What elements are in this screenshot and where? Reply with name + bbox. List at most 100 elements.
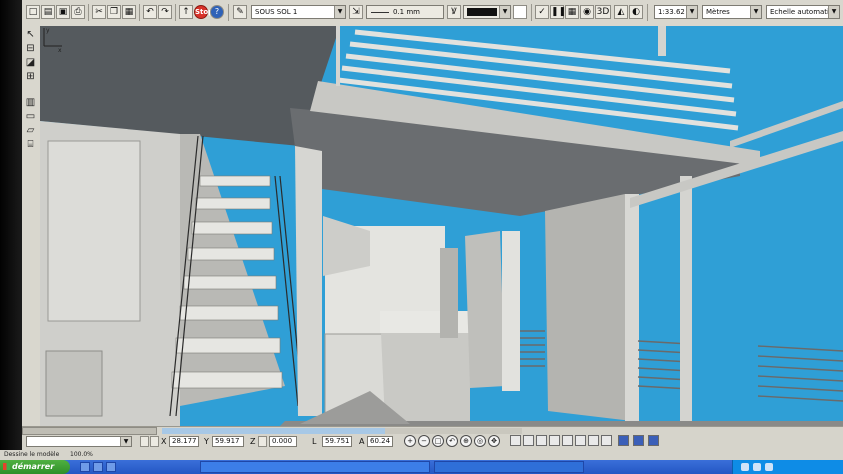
- zoom-in-icon[interactable]: +: [404, 435, 416, 447]
- middle-partition: [465, 231, 505, 388]
- y-coordinate-input[interactable]: 59.917: [212, 436, 244, 447]
- column-tool-icon[interactable]: ▥: [24, 96, 37, 109]
- quick-launch-desktop-icon[interactable]: [93, 462, 103, 472]
- network-icon[interactable]: [741, 463, 749, 471]
- taskbar-app-secondary[interactable]: [434, 461, 584, 473]
- scale-select[interactable]: 1:33.62 ▼: [654, 5, 698, 19]
- cut-icon[interactable]: ✂: [92, 5, 106, 19]
- pen-tool-icon[interactable]: Ꝟ: [447, 5, 461, 19]
- x-label: X: [161, 437, 167, 446]
- scale-mode-select[interactable]: Echelle automatique ▼: [766, 5, 840, 19]
- quick-launch-browser-icon[interactable]: [80, 462, 90, 472]
- chevron-down-icon[interactable]: ▼: [334, 6, 345, 18]
- zoom-extents-icon[interactable]: ⊕: [460, 435, 472, 447]
- open-folder-icon[interactable]: ▤: [41, 5, 55, 19]
- z-lock-button[interactable]: [258, 436, 267, 447]
- snap-nearest-icon[interactable]: [601, 435, 612, 446]
- check-icon[interactable]: ✓: [535, 5, 549, 19]
- snap-midpoint-icon[interactable]: [536, 435, 547, 446]
- camera-icon[interactable]: ◉: [580, 5, 594, 19]
- paste-icon[interactable]: ▦: [122, 5, 136, 19]
- quick-launch-media-icon[interactable]: [106, 462, 116, 472]
- select-tool-icon[interactable]: ↖: [24, 28, 37, 41]
- snap-center-icon[interactable]: [549, 435, 560, 446]
- monitor-bezel: [0, 0, 22, 474]
- length-input[interactable]: 59.751: [322, 436, 352, 447]
- shading-icon[interactable]: ◐: [629, 5, 643, 19]
- up-arrow-icon[interactable]: ↑: [179, 5, 193, 19]
- chevron-down-icon[interactable]: ▼: [828, 6, 839, 18]
- undo-icon[interactable]: ↶: [143, 5, 157, 19]
- grid-icon[interactable]: ▦: [565, 5, 579, 19]
- line-weight-select[interactable]: 0.1 mm: [366, 5, 444, 19]
- y-label: Y: [204, 437, 209, 446]
- snap-perpendicular-icon[interactable]: [575, 435, 586, 446]
- chevron-down-icon[interactable]: ▼: [120, 437, 131, 446]
- drawing-tools-toolbar: ↖ ⊟ ◪ ⊞ ▥ ▭ ▱ ⌸: [22, 26, 41, 426]
- central-column: [295, 146, 322, 416]
- antivirus-icon[interactable]: [765, 463, 773, 471]
- floor-properties-icon[interactable]: ⇲: [349, 5, 363, 19]
- print-icon[interactable]: ⎙: [71, 5, 85, 19]
- view-3d-button[interactable]: 3D: [595, 5, 611, 19]
- units-select[interactable]: Mètres ▼: [702, 5, 762, 19]
- pan-icon[interactable]: ✥: [488, 435, 500, 447]
- axis-y-label: y: [46, 27, 50, 34]
- snap-tangent-icon[interactable]: [588, 435, 599, 446]
- line-sample-icon: [371, 12, 389, 13]
- zoom-out-icon[interactable]: −: [418, 435, 430, 447]
- new-file-icon[interactable]: □: [26, 5, 40, 19]
- chevron-down-icon[interactable]: ▼: [750, 6, 761, 18]
- window-post: [680, 176, 692, 426]
- start-button[interactable]: démarrer: [0, 460, 70, 474]
- polar-icon[interactable]: [633, 435, 644, 446]
- coordinate-lock-button[interactable]: [150, 436, 159, 447]
- wall-tool-icon[interactable]: ⊟: [24, 42, 37, 55]
- chevron-down-icon[interactable]: ▼: [499, 6, 510, 18]
- z-label: Z: [250, 437, 256, 446]
- copy-icon[interactable]: ❐: [107, 5, 121, 19]
- status-message-bar: Dessine le modèle 100.0%: [0, 450, 843, 460]
- color-select[interactable]: ▼: [463, 5, 511, 19]
- object-track-icon[interactable]: [648, 435, 659, 446]
- volume-icon[interactable]: [753, 463, 761, 471]
- beam-tool-icon[interactable]: ▭: [24, 110, 37, 123]
- 3d-viewport[interactable]: x y: [40, 26, 843, 426]
- save-icon[interactable]: ▣: [56, 5, 70, 19]
- 3d-scene-render: [40, 26, 843, 426]
- island-top: [380, 311, 472, 333]
- snap-endpoint-icon[interactable]: [523, 435, 534, 446]
- fill-pattern-icon[interactable]: [513, 5, 527, 19]
- chevron-down-icon[interactable]: ▼: [686, 6, 697, 18]
- stair-tool-icon[interactable]: ⌸: [24, 138, 37, 151]
- window-tool-icon[interactable]: ⊞: [24, 70, 37, 83]
- zoom-window-icon[interactable]: □: [432, 435, 444, 447]
- slab-tool-icon[interactable]: ▱: [24, 124, 37, 137]
- snap-intersection-icon[interactable]: [562, 435, 573, 446]
- horizontal-scrollbar[interactable]: [22, 427, 157, 435]
- zoom-previous-icon[interactable]: ↶: [446, 435, 458, 447]
- zoom-all-icon[interactable]: ◎: [474, 435, 486, 447]
- taskbar-app-cad[interactable]: [200, 461, 430, 473]
- render-icon[interactable]: ◭: [614, 5, 628, 19]
- floor-select[interactable]: SOUS SOL 1 ▼: [251, 5, 346, 19]
- units-value: Mètres: [706, 8, 730, 16]
- z-coordinate-input[interactable]: 0.000: [269, 436, 297, 447]
- x-coordinate-input[interactable]: 28.177: [169, 436, 199, 447]
- stop-icon[interactable]: Stop: [194, 5, 213, 19]
- redo-icon[interactable]: ↷: [158, 5, 172, 19]
- pause-icon[interactable]: ❚❚: [550, 5, 566, 19]
- snap-grid-icon[interactable]: [510, 435, 521, 446]
- coordinate-mode-button[interactable]: [140, 436, 149, 447]
- help-icon[interactable]: ?: [210, 5, 224, 19]
- main-toolbar: □ ▤ ▣ ⎙ ✂ ❐ ▦ ↶ ↷ ↑ Stop ? ✎ SOUS SOL 1 …: [22, 0, 843, 27]
- layer-brush-icon[interactable]: ✎: [233, 5, 247, 19]
- door-tool-icon[interactable]: ◪: [24, 56, 37, 69]
- toolbar-divider: [228, 4, 229, 21]
- system-tray: [732, 460, 843, 474]
- toolbar-divider: [175, 4, 176, 21]
- ortho-icon[interactable]: [618, 435, 629, 446]
- upper-post: [658, 26, 666, 56]
- command-dropdown[interactable]: ▼: [26, 436, 132, 447]
- angle-input[interactable]: 60.24: [367, 436, 393, 447]
